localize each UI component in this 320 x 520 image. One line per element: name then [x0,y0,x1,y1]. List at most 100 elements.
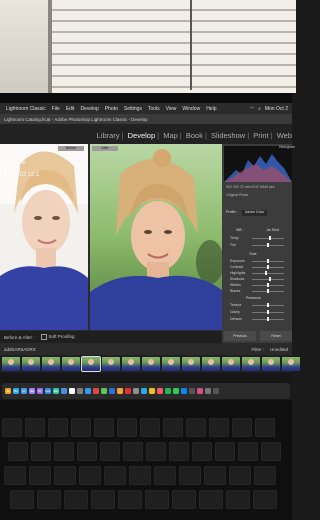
filter-dropdown[interactable]: Unedited [270,347,288,352]
menu-item-view[interactable]: View [166,106,177,112]
filmstrip-thumbnail[interactable] [282,357,300,371]
filmstrip-thumbnail[interactable] [122,357,140,371]
wifi-icon[interactable]: ◠ [250,106,254,112]
filmstrip-thumbnail[interactable] [142,357,160,371]
dock-app-icon[interactable] [77,388,83,394]
dock-app-icon[interactable] [197,388,203,394]
filmstrip-thumbnail[interactable] [22,357,40,371]
wb-slider-temp[interactable]: Temp [230,236,290,242]
dock-app-icon[interactable]: Lr [21,388,27,394]
slider-knob[interactable] [265,271,268,275]
dock-app-icon[interactable] [109,388,115,394]
filmstrip-thumbnail[interactable] [162,357,180,371]
module-web[interactable]: Web [277,131,292,140]
module-slideshow[interactable]: Slideshow [211,131,245,140]
module-book[interactable]: Book [186,131,203,140]
soft-proofing-checkbox[interactable] [40,334,47,340]
previous-button[interactable]: Previous [224,331,256,341]
dock-app-icon[interactable] [61,388,67,394]
wb-slider-tint[interactable]: Tint [230,243,290,249]
dock-app-icon[interactable] [165,388,171,394]
dock-app-icon[interactable] [189,388,195,394]
dock-app-icon[interactable]: Au [53,388,59,394]
menu-item-develop[interactable]: Develop [80,106,98,112]
keyboard-key [129,466,151,485]
filmstrip-thumbnail[interactable] [42,357,60,371]
slider-label: Temp [230,236,239,240]
search-icon[interactable]: ⌕ [258,106,261,112]
wb-dropdown[interactable]: As Shot [267,228,279,232]
module-map[interactable]: Map [163,131,178,140]
slider-knob[interactable] [268,277,271,281]
after-photo[interactable] [90,144,222,330]
profile-dropdown[interactable]: Adobe Color [241,210,268,216]
original-photo-toggle[interactable]: Original Photo [226,193,248,197]
dock-app-icon[interactable] [205,388,211,394]
menu-item-app[interactable]: Lightroom Classic [6,106,46,112]
menubar-clock[interactable]: Mon Oct 2 [265,106,288,112]
folder-name[interactable]: addSAR5ADRX [4,347,36,352]
filmstrip-thumbnail[interactable] [62,357,80,371]
soft-proofing-toggle[interactable]: Soft Proofing [40,334,75,340]
dock-app-icon[interactable]: Ae [29,388,35,394]
slider-knob[interactable] [267,243,269,247]
filmstrip-thumbnail[interactable] [222,357,240,371]
dock-app-icon[interactable] [125,388,131,394]
presence-section-label: Presence [246,296,261,300]
keyboard-key [77,442,97,461]
module-develop[interactable]: Develop [128,131,156,140]
dock-app-icon[interactable] [101,388,107,394]
dock-app-icon[interactable]: Pr [37,388,43,394]
slider-knob[interactable] [267,289,269,293]
menu-item-tools[interactable]: Tools [148,106,160,112]
wb-row: WB : As Shot [236,228,279,232]
filmstrip-thumbnail[interactable] [102,357,120,371]
dock-app-icon[interactable] [117,388,123,394]
dock-app-icon[interactable]: Ps [13,388,19,394]
filmstrip-thumbnail[interactable] [2,357,20,371]
module-library[interactable]: Library [97,131,120,140]
menu-item-help[interactable]: Help [206,106,216,112]
filmstrip-thumbnail[interactable] [262,357,280,371]
filmstrip-thumbnail[interactable] [81,356,101,372]
histogram[interactable] [224,146,292,182]
filmstrip-thumbnail[interactable] [242,357,260,371]
dock-app-icon[interactable] [213,388,219,394]
slider-label: Clarity [230,310,240,314]
slider-knob[interactable] [267,259,269,263]
filmstrip-thumbnail[interactable] [202,357,220,371]
dock-app-icon[interactable]: Lrc [45,388,51,394]
presence-slider-clarity[interactable]: Clarity [230,310,290,316]
module-print[interactable]: Print [253,131,268,140]
slider-knob[interactable] [267,283,269,287]
menu-item-window[interactable]: Window [182,106,200,112]
slider-knob[interactable] [267,310,269,314]
dock-app-icon[interactable] [69,388,75,394]
dock-app-icon[interactable] [133,388,139,394]
dock-app-icon[interactable] [141,388,147,394]
dock-app-icon[interactable] [85,388,91,394]
before-after-label[interactable]: Before & After : [4,335,35,340]
presence-slider-dehaze[interactable]: Dehaze [230,317,290,323]
slider-knob[interactable] [268,236,271,240]
reset-button[interactable]: Reset [260,331,292,341]
module-picker: Library | Develop | Map | Book | Slideshow | … [96,131,292,140]
menu-item-photo[interactable]: Photo [105,106,118,112]
filmstrip-thumbnail[interactable] [182,357,200,371]
tone-slider-blacks[interactable]: Blacks [230,289,290,295]
dock-app-icon[interactable] [173,388,179,394]
overlay-line-3: 100 ISO 12:1 [4,172,40,178]
dock-app-icon[interactable]: Ai [5,388,11,394]
dock-app-icon[interactable] [181,388,187,394]
dock-app-icon[interactable] [157,388,163,394]
slider-track[interactable] [252,273,284,274]
menu-item-edit[interactable]: Edit [66,106,75,112]
slider-knob[interactable] [267,265,269,269]
dock-app-icon[interactable] [149,388,155,394]
menu-item-file[interactable]: File [52,106,60,112]
presence-slider-texture[interactable]: Texture [230,303,290,309]
menu-item-settings[interactable]: Settings [124,106,142,112]
dock-app-icon[interactable] [93,388,99,394]
slider-knob[interactable] [267,303,269,307]
slider-knob[interactable] [267,317,269,321]
